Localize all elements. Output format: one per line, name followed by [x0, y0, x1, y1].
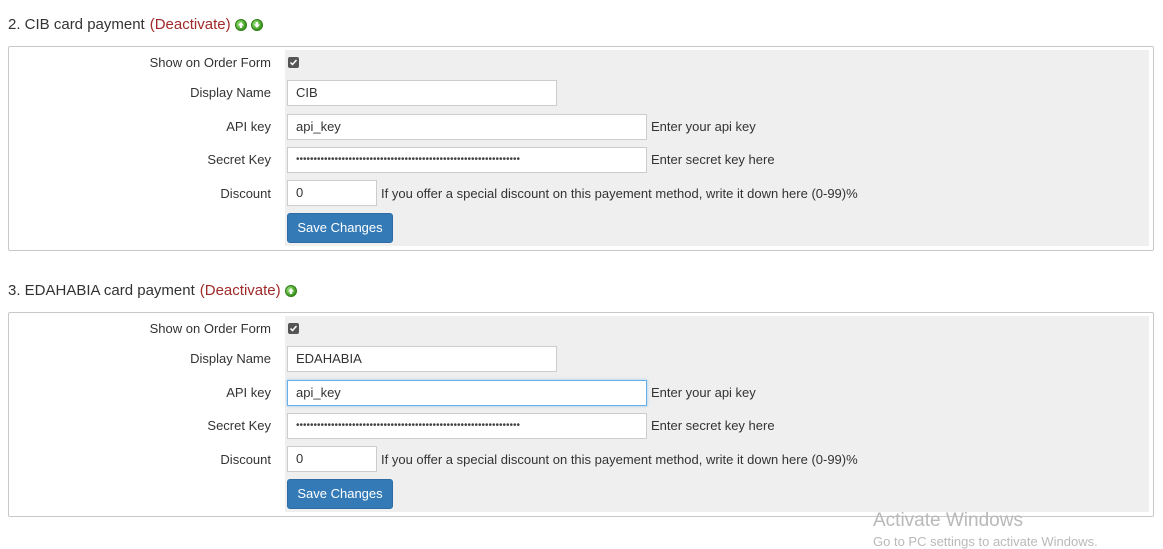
show-on-order-form-checkbox[interactable] [288, 323, 299, 334]
secret-key-input[interactable]: ••••••••••••••••••••••••••••••••••••••••… [287, 413, 647, 439]
settings-panel-edahabia: Show on Order Form Display Name EDAHABIA… [8, 312, 1154, 517]
move-down-icon[interactable] [250, 19, 263, 31]
save-changes-button[interactable]: Save Changes [287, 213, 393, 243]
section-title-text: 2. CIB card payment [8, 16, 145, 33]
secret-key-label: Secret Key [207, 418, 271, 433]
api-key-label: API key [226, 385, 271, 400]
discount-hint: If you offer a special discount on this … [381, 186, 858, 201]
show-on-order-form-label: Show on Order Form [149, 321, 271, 336]
move-up-icon[interactable] [234, 19, 247, 31]
display-name-label: Display Name [190, 351, 271, 366]
discount-label: Discount [220, 186, 271, 201]
secret-key-hint: Enter secret key here [651, 152, 775, 167]
show-on-order-form-label: Show on Order Form [149, 55, 271, 70]
secret-key-label: Secret Key [207, 152, 271, 167]
api-key-hint: Enter your api key [651, 385, 756, 400]
show-on-order-form-checkbox[interactable] [288, 57, 299, 68]
discount-label: Discount [220, 452, 271, 467]
section-title-edahabia: 3. EDAHABIA card payment (Deactivate) [8, 281, 297, 301]
deactivate-link[interactable]: (Deactivate) [200, 281, 281, 301]
api-key-label: API key [226, 119, 271, 134]
api-key-input[interactable]: api_key [287, 114, 647, 140]
deactivate-link[interactable]: (Deactivate) [150, 15, 231, 35]
api-key-input[interactable]: api_key [287, 380, 647, 406]
windows-activation-watermark: Activate Windows [873, 510, 1023, 531]
discount-hint: If you offer a special discount on this … [381, 452, 858, 467]
discount-input[interactable]: 0 [287, 180, 377, 206]
api-key-hint: Enter your api key [651, 119, 756, 134]
secret-key-hint: Enter secret key here [651, 418, 775, 433]
secret-key-input[interactable]: ••••••••••••••••••••••••••••••••••••••••… [287, 147, 647, 173]
move-up-icon[interactable] [284, 285, 297, 297]
section-title-text: 3. EDAHABIA card payment [8, 282, 195, 299]
section-title-cib: 2. CIB card payment (Deactivate) [8, 15, 263, 35]
windows-activation-subtext: Go to PC settings to activate Windows. [873, 534, 1098, 549]
discount-input[interactable]: 0 [287, 446, 377, 472]
save-changes-button[interactable]: Save Changes [287, 479, 393, 509]
display-name-label: Display Name [190, 85, 271, 100]
display-name-input[interactable]: CIB [287, 80, 557, 106]
display-name-input[interactable]: EDAHABIA [287, 346, 557, 372]
settings-panel-cib: Show on Order Form Display Name CIB API … [8, 46, 1154, 251]
